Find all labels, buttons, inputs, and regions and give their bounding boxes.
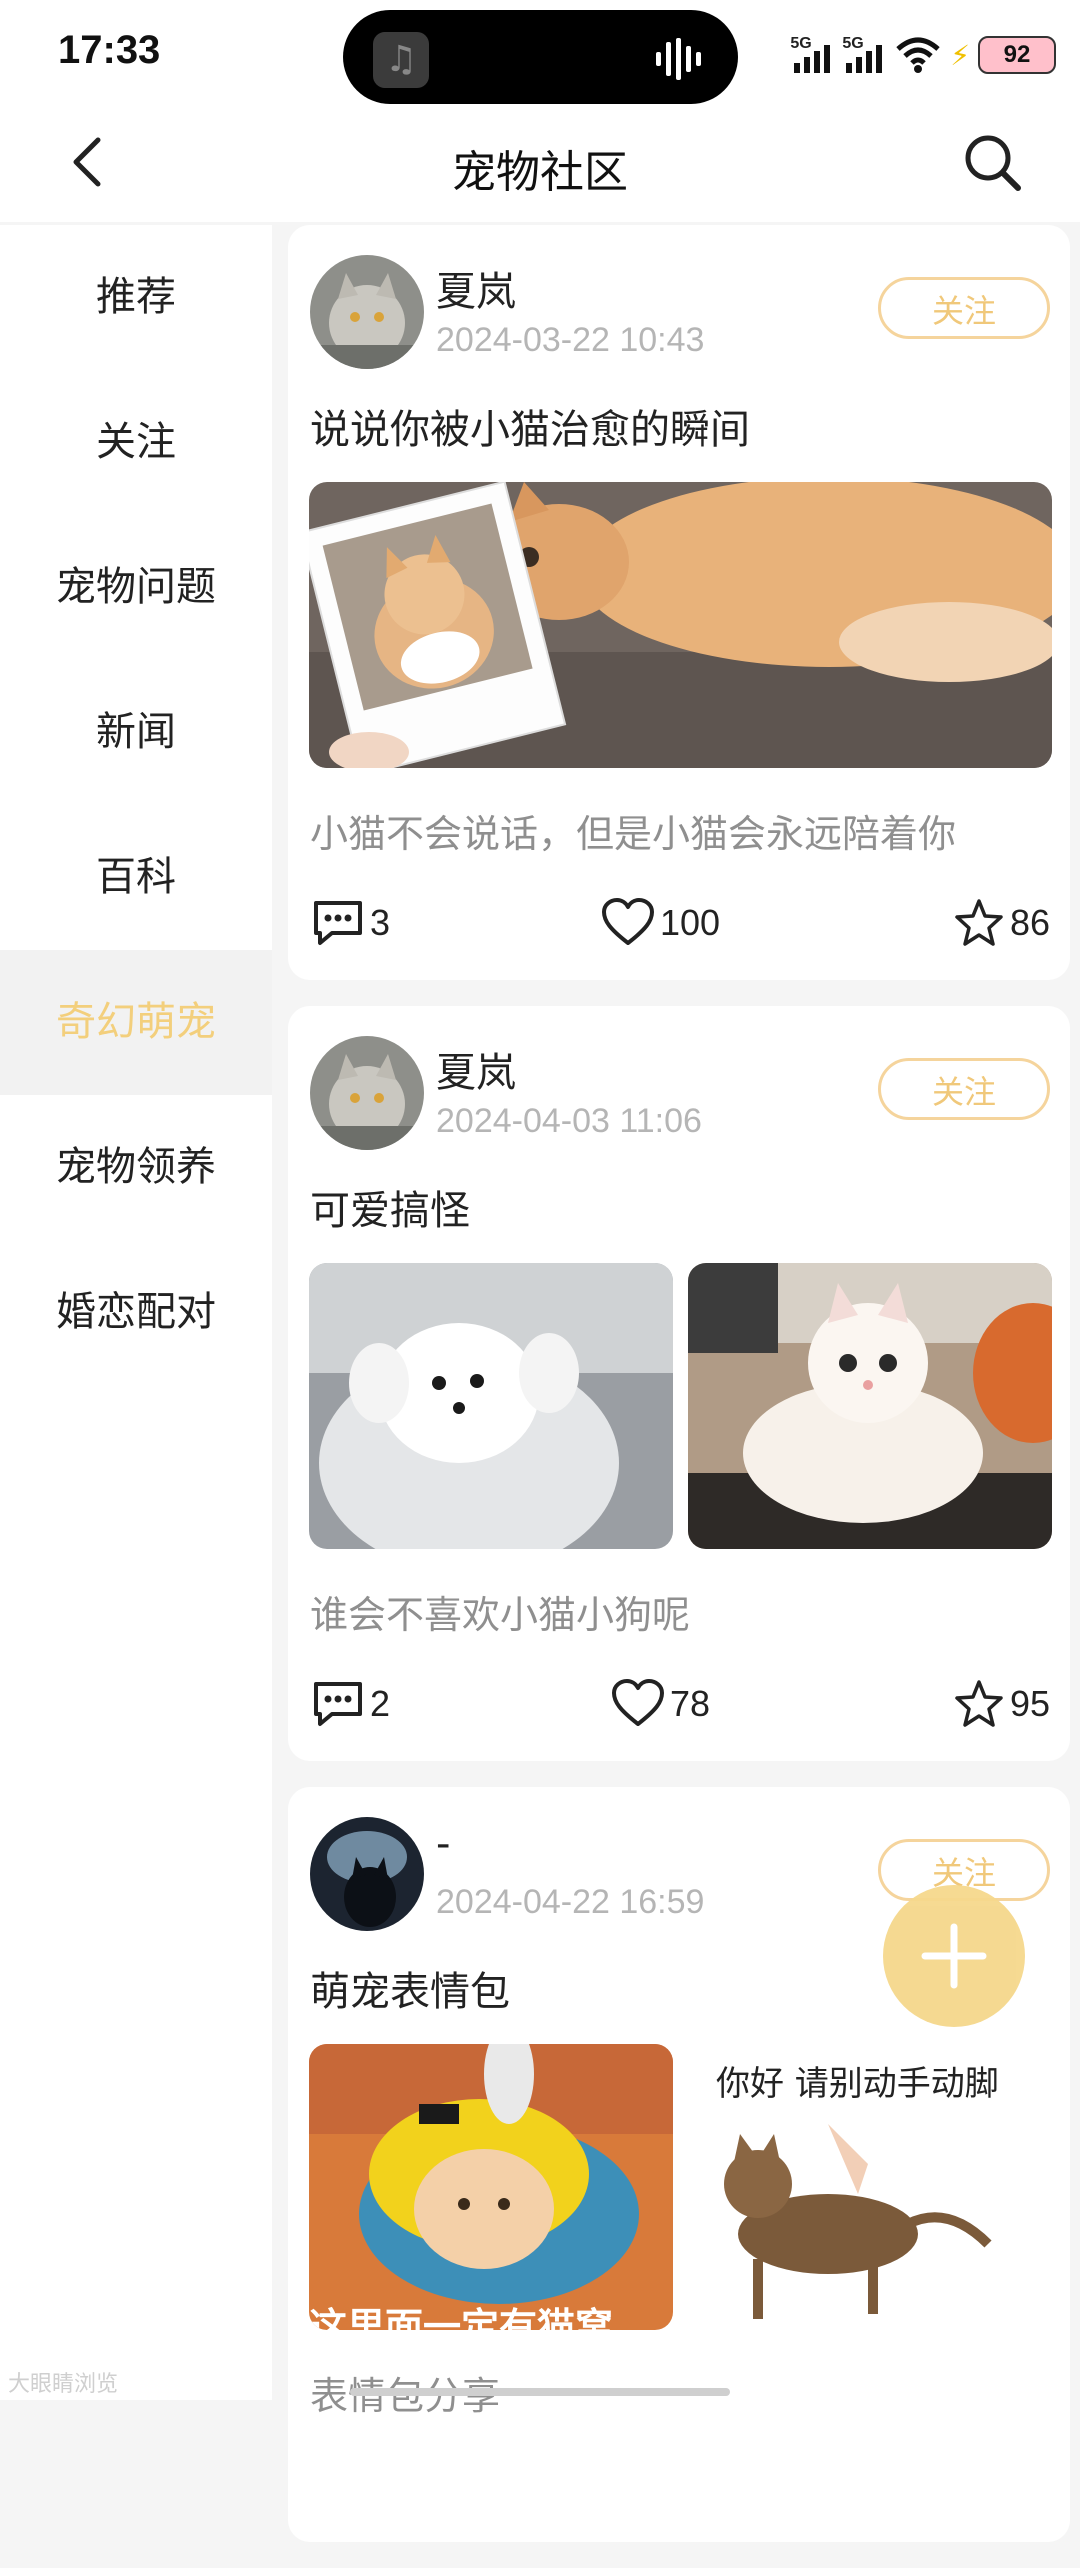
post-card[interactable]: 夏岚 2024-04-03 11:06 关注 可爱搞怪 谁会不喜欢小猫小狗呢 2…	[288, 1006, 1070, 1761]
sidebar-item-fantasy-pets[interactable]: 奇幻萌宠	[0, 950, 272, 1095]
post-title[interactable]: 萌宠表情包	[310, 1959, 510, 2017]
comment-icon	[314, 1682, 362, 1726]
post-image[interactable]	[688, 1263, 1052, 1549]
star-icon	[955, 899, 1003, 946]
sidebar-item-encyclopedia[interactable]: 百科	[0, 805, 272, 950]
music-note-icon: ♫	[373, 32, 429, 88]
sidebar-item-recommend[interactable]: 推荐	[0, 225, 272, 370]
favorite-button[interactable]: 86	[952, 893, 1050, 953]
comment-button[interactable]: 3	[310, 893, 390, 953]
post-timestamp: 2024-04-22 16:59	[436, 1883, 705, 1921]
app-header: 宠物社区	[0, 110, 1080, 222]
post-image-gallery: 这里面一定有猫窝 你好 请别动手动脚	[309, 2044, 1052, 2330]
favorite-button[interactable]: 95	[952, 1674, 1050, 1734]
dynamic-island[interactable]: ♫	[343, 10, 738, 104]
sidebar-item-news[interactable]: 新闻	[0, 660, 272, 805]
search-icon[interactable]	[958, 128, 1028, 198]
image-overlay-text: 这里面一定有猫窝	[309, 2305, 614, 2330]
category-sidebar: 推荐 关注 宠物问题 新闻 百科 奇幻萌宠 宠物领养 婚恋配对	[0, 225, 272, 2400]
page-title: 宠物社区	[452, 147, 628, 198]
sidebar-item-pet-questions[interactable]: 宠物问题	[0, 515, 272, 660]
post-image[interactable]	[309, 482, 1052, 768]
like-button[interactable]: 78	[610, 1674, 710, 1734]
charging-icon: ⚡	[950, 38, 970, 72]
home-indicator[interactable]	[350, 2388, 730, 2396]
sidebar-item-matchmaking[interactable]: 婚恋配对	[0, 1240, 272, 1385]
status-icons: 5G 5G ⚡ 92	[790, 30, 1056, 80]
post-username: 夏岚	[436, 269, 516, 315]
battery-indicator: 92	[978, 36, 1056, 74]
plus-icon	[921, 1923, 987, 1989]
avatar[interactable]	[310, 1036, 424, 1150]
wifi-icon	[896, 37, 940, 73]
like-count: 78	[670, 1683, 711, 1724]
signal-5g-icon: 5G	[790, 35, 834, 75]
post-image[interactable]	[309, 1263, 673, 1549]
post-timestamp: 2024-04-03 11:06	[436, 1102, 702, 1140]
post-card[interactable]: 夏岚 2024-03-22 10:43 关注 说说你被小猫治愈的瞬间 小猫不会说…	[288, 225, 1070, 980]
follow-button[interactable]: 关注	[878, 1058, 1050, 1120]
post-image-gallery	[309, 482, 1052, 768]
post-username: -	[436, 1821, 451, 1867]
post-image-gallery	[309, 1263, 1052, 1549]
audio-wave-icon	[656, 38, 701, 80]
comment-count: 3	[370, 902, 391, 943]
post-feed: 夏岚 2024-03-22 10:43 关注 说说你被小猫治愈的瞬间 小猫不会说…	[288, 225, 1070, 2568]
image-overlay-text: 你好 请别动手动脚	[716, 2064, 999, 2104]
post-image[interactable]: 你好 请别动手动脚	[688, 2044, 1052, 2330]
signal-5g-icon: 5G	[842, 35, 886, 75]
sidebar-item-pet-adoption[interactable]: 宠物领养	[0, 1095, 272, 1240]
post-caption: 谁会不喜欢小猫小狗呢	[310, 1593, 691, 1637]
avatar[interactable]	[310, 1817, 424, 1931]
comment-icon	[314, 901, 362, 945]
post-title[interactable]: 可爱搞怪	[310, 1178, 470, 1236]
avatar[interactable]	[310, 255, 424, 369]
post-actions: 2 78 95	[310, 1674, 1050, 1734]
favorite-count: 86	[1009, 902, 1050, 943]
watermark: 大眼睛浏览	[8, 2372, 119, 2397]
post-title[interactable]: 说说你被小猫治愈的瞬间	[310, 397, 750, 455]
comment-button[interactable]: 2	[310, 1674, 390, 1734]
like-button[interactable]: 100	[600, 893, 720, 953]
heart-icon	[612, 1679, 664, 1726]
post-caption: 小猫不会说话，但是小猫会永远陪着你	[310, 812, 957, 856]
status-time: 17:33	[58, 28, 161, 72]
status-bar: 17:33 ♫ 5G 5G ⚡ 92	[0, 0, 1080, 110]
heart-icon	[602, 898, 654, 945]
post-username: 夏岚	[436, 1050, 516, 1096]
create-post-button[interactable]	[883, 1885, 1025, 2027]
post-timestamp: 2024-03-22 10:43	[436, 321, 705, 359]
post-actions: 3 100 86	[310, 893, 1050, 953]
favorite-count: 95	[1009, 1683, 1050, 1724]
follow-button[interactable]: 关注	[878, 277, 1050, 339]
comment-count: 2	[370, 1683, 391, 1724]
star-icon	[955, 1680, 1003, 1727]
post-image[interactable]: 这里面一定有猫窝	[309, 2044, 673, 2330]
sidebar-item-following[interactable]: 关注	[0, 370, 272, 515]
like-count: 100	[660, 902, 721, 943]
